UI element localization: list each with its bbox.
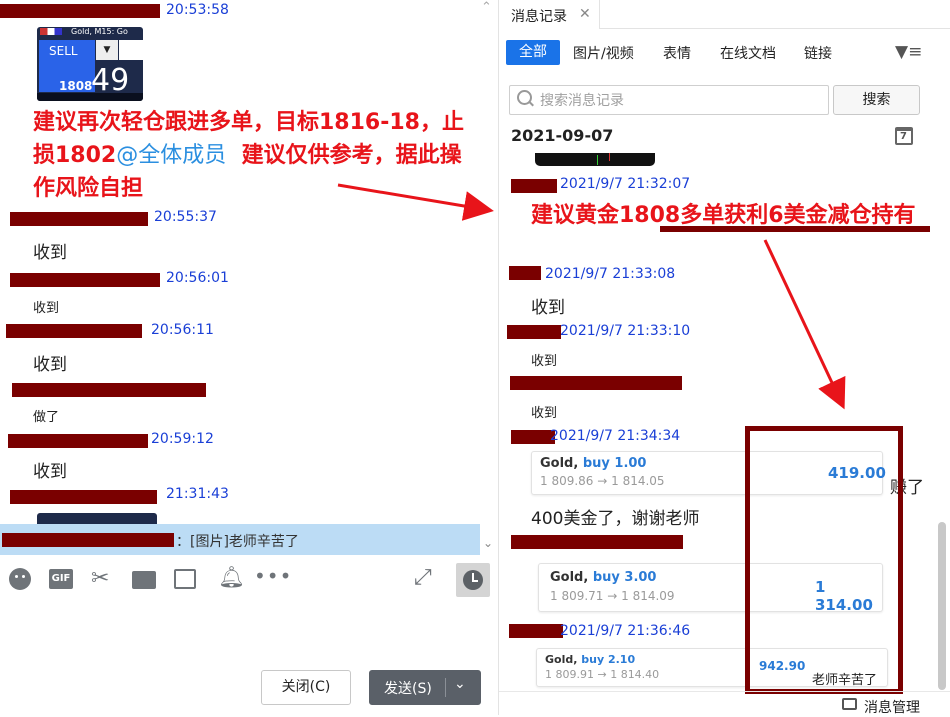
arrow-to-history	[337, 183, 494, 221]
arrow-to-profits	[763, 239, 846, 410]
annotation-arrows	[337, 183, 846, 410]
